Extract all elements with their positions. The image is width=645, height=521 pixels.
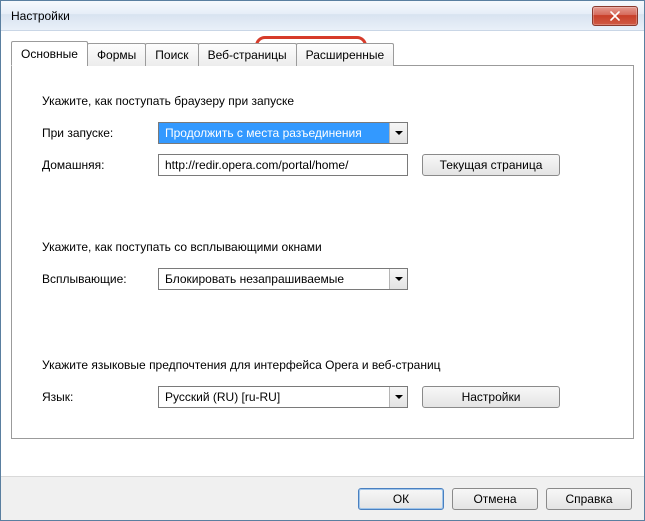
combo-on-start-value: Продолжить с места разъединения (159, 123, 389, 143)
client-area: Основные Формы Поиск Веб-страницы Расшир… (1, 31, 644, 476)
spacer (42, 186, 603, 240)
language-settings-button[interactable]: Настройки (422, 386, 560, 408)
combo-popups[interactable]: Блокировать незапрашиваемые (158, 268, 408, 290)
help-button[interactable]: Справка (546, 488, 632, 510)
language-heading: Укажите языковые предпочтения для интерф… (42, 358, 603, 372)
input-homepage[interactable] (158, 154, 408, 176)
startup-heading: Укажите, как поступать браузеру при запу… (42, 94, 603, 108)
tab-container: Основные Формы Поиск Веб-страницы Расшир… (11, 41, 634, 439)
titlebar: Настройки (1, 1, 644, 31)
tabpanel-general: Укажите, как поступать браузеру при запу… (11, 65, 634, 439)
tab-webpages[interactable]: Веб-страницы (198, 43, 297, 66)
tab-forms[interactable]: Формы (87, 43, 146, 66)
label-language: Язык: (42, 390, 158, 404)
tab-general[interactable]: Основные (11, 41, 88, 66)
row-language: Язык: Русский (RU) [ru-RU] Настройки (42, 386, 603, 408)
dialog-footer: ОК Отмена Справка (1, 476, 644, 520)
popups-heading: Укажите, как поступать со всплывающими о… (42, 240, 603, 254)
settings-window: Настройки Основные Формы Поиск Веб-стран… (0, 0, 645, 521)
chevron-down-icon (389, 387, 407, 407)
combo-on-start[interactable]: Продолжить с места разъединения (158, 122, 408, 144)
tab-search[interactable]: Поиск (145, 43, 198, 66)
close-icon (610, 11, 620, 21)
label-on-start: При запуске: (42, 126, 158, 140)
chevron-down-icon (389, 123, 407, 143)
spacer (42, 300, 603, 358)
combo-language-value: Русский (RU) [ru-RU] (159, 387, 389, 407)
tabstrip: Основные Формы Поиск Веб-страницы Расшир… (11, 41, 634, 65)
current-page-button[interactable]: Текущая страница (422, 154, 560, 176)
label-popups: Всплывающие: (42, 272, 158, 286)
combo-language[interactable]: Русский (RU) [ru-RU] (158, 386, 408, 408)
row-on-start: При запуске: Продолжить с места разъедин… (42, 122, 603, 144)
row-popups: Всплывающие: Блокировать незапрашиваемые (42, 268, 603, 290)
chevron-down-icon (389, 269, 407, 289)
label-homepage: Домашняя: (42, 158, 158, 172)
ok-button[interactable]: ОК (358, 488, 444, 510)
close-button[interactable] (592, 6, 638, 26)
tab-advanced[interactable]: Расширенные (296, 43, 395, 66)
combo-popups-value: Блокировать незапрашиваемые (159, 269, 389, 289)
cancel-button[interactable]: Отмена (452, 488, 538, 510)
window-title: Настройки (11, 9, 70, 23)
row-homepage: Домашняя: Текущая страница (42, 154, 603, 176)
